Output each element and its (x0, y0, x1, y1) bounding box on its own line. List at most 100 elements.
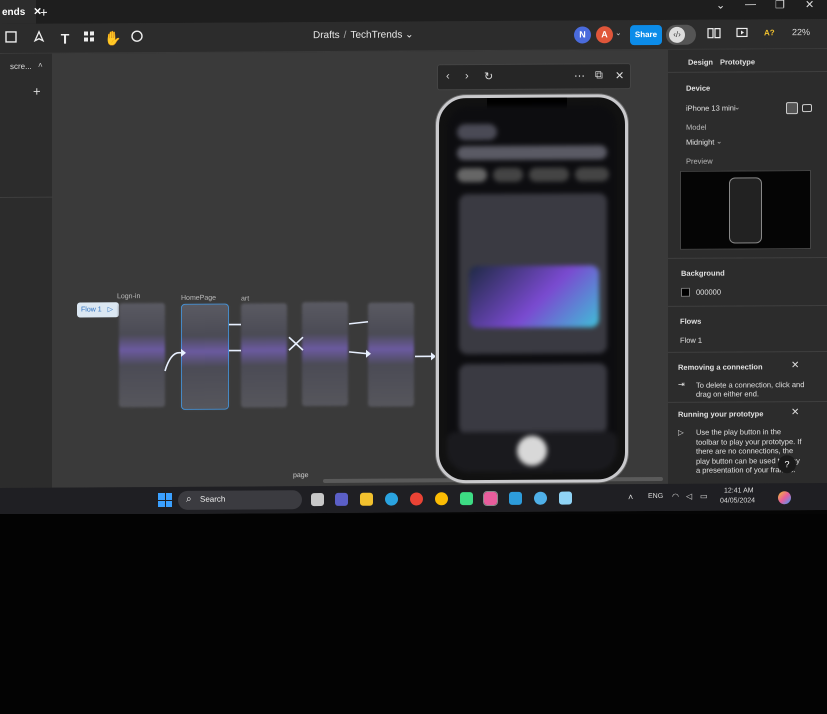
preview-toolbar: ‹ › ↻ ⋯ ⧉ ✕ (437, 63, 631, 91)
chevron-down-icon[interactable]: ⌄ (716, 137, 722, 146)
delete-connection-icon: ⇥ (678, 379, 685, 389)
windows-taskbar: ⌕ Search ˄ ENG ◠ ◁ ▭ 12:41 AM 04/05/2024 (0, 482, 827, 515)
breadcrumb-separator: / (343, 29, 347, 41)
divider (0, 196, 53, 198)
teams-icon[interactable] (335, 492, 348, 506)
preview-heading: Preview (686, 156, 713, 166)
device-heading: Device (686, 83, 711, 93)
close-icon[interactable]: ✕ (791, 360, 799, 371)
clock-time[interactable]: 12:41 AM (724, 487, 754, 494)
play-icon: ▷ (678, 427, 684, 437)
close-window-button[interactable]: ✕ (805, 0, 814, 11)
windows-start-icon[interactable] (158, 492, 172, 508)
new-tab-button[interactable]: + (40, 0, 48, 24)
volume-icon[interactable]: ◁ (686, 492, 692, 501)
figma-icon[interactable] (483, 490, 498, 507)
tab-label: ends (2, 6, 26, 18)
language-indicator[interactable]: ENG (648, 493, 663, 500)
breadcrumb-current[interactable]: TechTrends (350, 30, 402, 41)
divider (668, 304, 827, 307)
frame-tool-icon[interactable] (2, 30, 20, 48)
tip-title: Running your prototype (678, 409, 764, 419)
telegram-icon[interactable] (385, 492, 398, 506)
hand-tool-icon[interactable]: ✋ (104, 29, 122, 47)
share-button[interactable]: Share (630, 24, 662, 46)
landscape-toggle[interactable] (802, 104, 812, 113)
divider (668, 70, 827, 73)
breadcrumb[interactable]: Drafts / TechTrends ⌄ (313, 29, 414, 41)
chevron-down-icon[interactable]: ⌄ (615, 28, 622, 37)
chevron-down-icon[interactable]: ⌄ (734, 102, 740, 111)
phone-preview[interactable] (436, 94, 628, 484)
model-select[interactable]: Midnight (686, 138, 714, 147)
forward-button[interactable]: › (465, 70, 469, 82)
file-explorer-icon[interactable] (360, 492, 373, 506)
add-page-button[interactable]: + (33, 84, 41, 99)
present-icon[interactable] (733, 25, 751, 43)
help-button[interactable]: ? (778, 455, 796, 474)
flow-list-item[interactable]: Flow 1 (680, 336, 702, 345)
close-preview-button[interactable]: ✕ (615, 69, 624, 82)
phone-thumbnail (729, 177, 762, 244)
model-heading: Model (686, 122, 707, 132)
tab-design[interactable]: Design (688, 58, 713, 67)
flows-heading: Flows (680, 316, 702, 326)
app-icon[interactable] (509, 491, 522, 505)
tab-prototype[interactable]: Prototype (720, 57, 755, 66)
tab-techtrends[interactable]: ends ✕ (0, 0, 42, 24)
tip-body: To delete a connection, click and drag o… (696, 380, 805, 399)
more-options-button[interactable]: ⋯ (574, 69, 585, 82)
task-view-icon[interactable] (311, 493, 324, 507)
properties-panel: Design Prototype Device iPhone 13 mini ⌄… (667, 48, 827, 484)
portrait-toggle[interactable] (786, 102, 798, 115)
background-heading: Background (681, 268, 725, 278)
wifi-icon[interactable]: ◠ (672, 492, 679, 501)
avatar[interactable]: A (596, 26, 613, 44)
breadcrumb-parent[interactable]: Drafts (313, 30, 340, 41)
chevron-up-icon[interactable]: ˄ (38, 61, 43, 70)
restart-button[interactable]: ↻ (484, 70, 493, 83)
background-color-value[interactable]: 000000 (696, 288, 721, 297)
divider (668, 256, 827, 259)
text-tool-icon[interactable]: T (56, 30, 74, 48)
chevron-down-icon[interactable]: ⌄ (405, 29, 413, 40)
layers-panel: scre... ˄ + (0, 53, 53, 488)
taskbar-search[interactable]: ⌕ Search (178, 490, 302, 510)
pen-tool-icon[interactable] (30, 30, 48, 48)
phone-screen-blurred[interactable] (447, 105, 617, 473)
close-icon[interactable]: ✕ (791, 407, 799, 418)
device-select[interactable]: iPhone 13 mini (686, 104, 736, 113)
avatar[interactable]: N (574, 26, 591, 44)
divider (668, 400, 827, 403)
page-selector[interactable]: scre... (10, 62, 32, 71)
open-external-button[interactable]: ⧉ (595, 69, 603, 82)
chrome-profile-icon[interactable] (435, 492, 448, 506)
device-preview-thumbnail (680, 170, 811, 250)
chevron-down-icon[interactable]: ⌄ (716, 0, 725, 12)
monitor-screen: ends ✕ + ⌄ — ❐ ✕ T ✋ Drafts / TechTrends ⌄… (0, 0, 827, 516)
code-icon: ‹/› (669, 26, 685, 43)
app-icon[interactable] (559, 491, 572, 505)
monitor-bezel (0, 514, 827, 714)
copilot-icon[interactable] (778, 491, 791, 505)
components-icon[interactable] (80, 29, 98, 47)
chevron-up-icon[interactable]: ˄ (628, 492, 633, 502)
search-icon: ⌕ (186, 493, 192, 505)
library-icon[interactable] (705, 26, 723, 44)
chrome-icon[interactable] (410, 492, 423, 506)
edge-icon[interactable] (534, 491, 547, 505)
minimize-button[interactable]: — (745, 0, 756, 10)
zoom-level[interactable]: 22% (792, 27, 810, 37)
tip-title: Removing a connection (678, 362, 763, 372)
background-color-swatch[interactable] (681, 287, 690, 297)
dev-mode-toggle[interactable]: ‹/› (666, 24, 696, 45)
battery-icon[interactable]: ▭ (700, 492, 708, 501)
comment-icon[interactable] (128, 29, 146, 47)
divider (668, 350, 827, 353)
clock-date[interactable]: 04/05/2024 (720, 497, 755, 504)
back-button[interactable]: ‹ (446, 70, 450, 82)
app-icon[interactable] (460, 492, 473, 506)
accessibility-check-icon[interactable]: A? (764, 28, 775, 37)
frame-label: page (293, 472, 309, 480)
maximize-button[interactable]: ❐ (775, 0, 785, 11)
